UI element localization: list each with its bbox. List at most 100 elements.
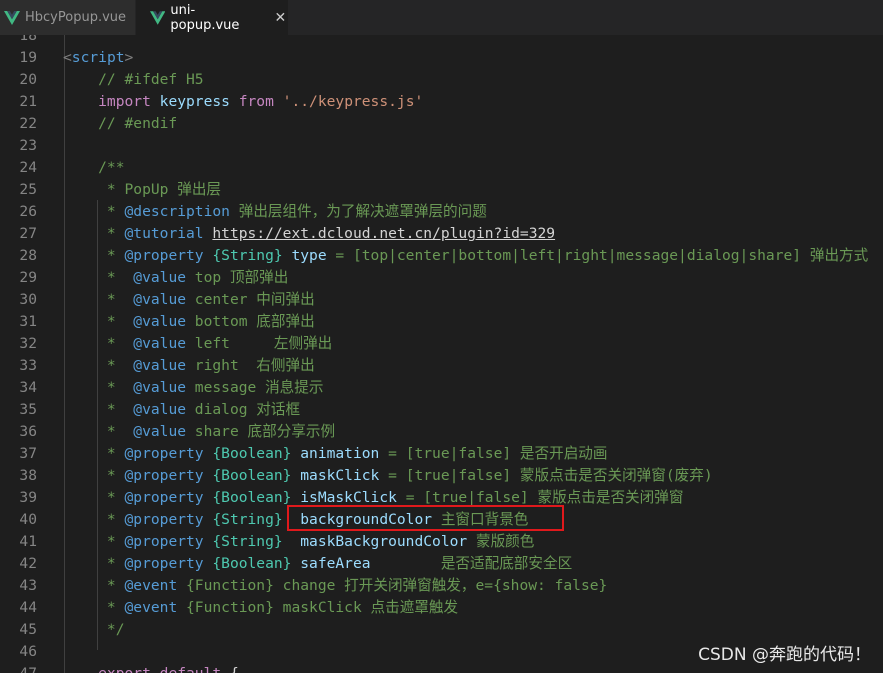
- line-number: 47: [0, 663, 37, 673]
- code-text: <script>: [63, 47, 133, 69]
- code-text: * @value dialog 对话框: [63, 399, 300, 421]
- line-number: 42: [19, 555, 37, 572]
- code-token: @tutorial: [124, 225, 204, 242]
- code-line: 43 * @event {Function} change 打开关闭弹窗触发，e…: [0, 575, 883, 597]
- line-number: 18: [19, 35, 37, 44]
- code-text: * PopUp 弹出层: [63, 179, 221, 201]
- code-token: /**: [63, 159, 125, 176]
- code-token: @property: [124, 489, 204, 506]
- code-token: *: [63, 555, 125, 572]
- code-token: *: [63, 423, 134, 440]
- code-token: {Boolean}: [203, 467, 292, 484]
- code-text: * @value right 右侧弹出: [63, 355, 315, 377]
- close-icon[interactable]: ✕: [273, 10, 288, 26]
- code-token: *: [63, 357, 134, 374]
- code-token: @value: [133, 357, 187, 374]
- code-text: * @value top 顶部弹出: [63, 267, 288, 289]
- code-token: export: [63, 665, 151, 673]
- code-token: *: [63, 599, 125, 616]
- code-token: @value: [133, 401, 187, 418]
- tab-uni-popup[interactable]: uni-popup.vue ✕: [136, 0, 288, 35]
- code-token: {String}: [203, 533, 283, 550]
- code-line: 36 * @value share 底部分享示例: [0, 421, 883, 443]
- code-text: * @property {String} type = [top|center|…: [63, 245, 868, 267]
- code-text: * @value share 底部分享示例: [63, 421, 335, 443]
- code-token: top 顶部弹出: [186, 269, 289, 286]
- code-token: @property: [124, 445, 204, 462]
- code-token: *: [63, 467, 125, 484]
- code-token: ': [273, 93, 292, 110]
- line-number: 38: [19, 467, 37, 484]
- line-number: 39: [19, 489, 37, 506]
- code-token: /keypress.js': [309, 93, 424, 110]
- line-number: 24: [19, 159, 37, 176]
- code-token: type: [282, 247, 327, 264]
- code-editor[interactable]: 18 19 <script> 20 // #ifdef H5 21 import key…: [0, 35, 883, 673]
- code-token: dialog 对话框: [186, 401, 301, 418]
- code-token: >: [124, 49, 134, 66]
- code-token: @event: [124, 599, 178, 616]
- line-number: 45: [19, 621, 37, 638]
- line-number: 37: [19, 445, 37, 462]
- line-number: 23: [19, 137, 37, 154]
- code-token: */: [63, 621, 125, 638]
- code-token: left 左侧弹出: [186, 335, 333, 352]
- code-token: = [true|false] 蒙版点击是否关闭弹窗(废弃): [379, 467, 713, 484]
- code-line: 37 * @property {Boolean} animation = [tr…: [0, 443, 883, 465]
- code-token: {Function} maskClick 点击遮罩触发: [177, 599, 459, 616]
- code-text: * @value left 左侧弹出: [63, 333, 332, 355]
- line-number: 31: [19, 313, 37, 330]
- code-token: @property: [124, 533, 204, 550]
- code-text: * @property {String} maskBackgroundColor…: [63, 531, 534, 553]
- code-token: @value: [133, 291, 187, 308]
- code-token: *: [63, 225, 125, 242]
- code-token: @property: [124, 247, 204, 264]
- code-token: https://ext.dcloud.net.cn/plugin?id=329: [212, 225, 556, 242]
- code-token: animation: [291, 445, 380, 462]
- code-line: 27 * @tutorial https://ext.dcloud.net.cn…: [0, 223, 883, 245]
- code-token: bottom 底部弹出: [186, 313, 315, 330]
- code-token: *: [63, 489, 125, 506]
- code-text: * @description 弹出层组件，为了解决遮罩弹层的问题: [63, 201, 487, 223]
- code-token: *: [63, 533, 125, 550]
- code-line: 33 * @value right 右侧弹出: [0, 355, 883, 377]
- code-token: // #endif: [63, 115, 178, 132]
- tab-hbcypopup[interactable]: HbcyPopup.vue: [0, 0, 136, 35]
- line-number: 44: [19, 599, 37, 616]
- code-token: script: [71, 49, 125, 66]
- code-line: 34 * @value message 消息提示: [0, 377, 883, 399]
- code-token: @event: [124, 577, 178, 594]
- code-token: {Boolean}: [203, 445, 292, 462]
- code-text: * @event {Function} maskClick 点击遮罩触发: [63, 597, 458, 619]
- line-number: 22: [19, 115, 37, 132]
- code-token: ..: [291, 93, 310, 110]
- code-token: @value: [133, 313, 187, 330]
- watermark: CSDN @奔跑的代码！: [698, 645, 871, 665]
- code-line: 19 <script>: [0, 47, 883, 69]
- code-token: *: [63, 291, 134, 308]
- line-number: 30: [19, 291, 37, 308]
- code-token: @property: [124, 555, 204, 572]
- code-token: share 底部分享示例: [186, 423, 336, 440]
- code-token: *: [63, 247, 125, 264]
- code-token: @value: [133, 379, 187, 396]
- code-line: 38 * @property {Boolean} maskClick = [tr…: [0, 465, 883, 487]
- code-line: 44 * @event {Function} maskClick 点击遮罩触发: [0, 597, 883, 619]
- line-number: 25: [19, 181, 37, 198]
- code-text: import keypress from '../keypress.js': [63, 91, 423, 113]
- code-text: * @value bottom 底部弹出: [63, 311, 315, 333]
- code-token: @value: [133, 335, 187, 352]
- code-token: *: [63, 335, 134, 352]
- code-line: 24 /**: [0, 157, 883, 179]
- code-text: * @event {Function} change 打开关闭弹窗触发，e={s…: [63, 575, 607, 597]
- line-number: 34: [19, 379, 37, 396]
- code-token: keypress: [150, 93, 230, 110]
- line-number: 35: [19, 401, 37, 418]
- line-number: 20: [19, 71, 37, 88]
- code-token: @property: [124, 467, 204, 484]
- code-token: @value: [133, 269, 187, 286]
- code-token: default: [151, 665, 222, 673]
- code-text: */: [63, 619, 125, 641]
- code-token: *: [63, 379, 134, 396]
- code-line: 22 // #endif: [0, 113, 883, 135]
